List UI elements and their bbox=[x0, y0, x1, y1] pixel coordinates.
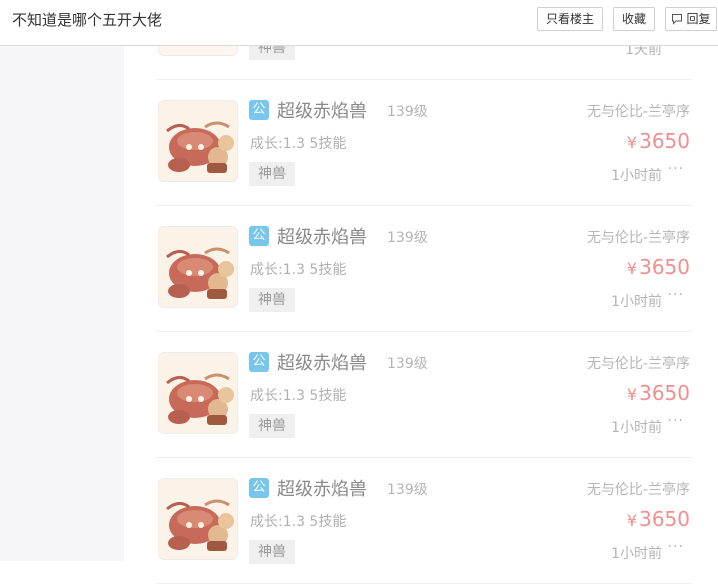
reply-label: 回复 bbox=[686, 12, 711, 26]
price: ¥3650 bbox=[627, 381, 690, 405]
list-item[interactable]: 公 超级赤焰兽 139级 成长:1.3 5技能 神兽 无与伦比-兰亭序 ¥365… bbox=[156, 80, 692, 206]
price: ¥3650 bbox=[627, 129, 690, 153]
pet-type-tag: 神兽 bbox=[249, 162, 295, 186]
public-badge: 公 bbox=[249, 100, 269, 120]
pet-type-tag: 神兽 bbox=[249, 540, 295, 564]
pet-growth-skills: 成长:1.3 5技能 bbox=[250, 388, 347, 404]
post-time: 1小时前 bbox=[611, 168, 662, 184]
pet-growth-skills: 成长:1.3 5技能 bbox=[250, 136, 347, 152]
pet-level: 139级 bbox=[387, 356, 428, 372]
more-icon[interactable]: ··· bbox=[668, 161, 684, 177]
price-value: 3650 bbox=[639, 129, 690, 153]
post-time: 1小时前 bbox=[611, 420, 662, 436]
pet-name[interactable]: 超级赤焰兽 bbox=[277, 349, 367, 375]
comment-icon bbox=[672, 14, 683, 25]
price-value: 3650 bbox=[639, 381, 690, 405]
pet-thumbnail bbox=[158, 478, 238, 560]
more-icon[interactable]: ··· bbox=[668, 287, 684, 303]
currency-symbol: ¥ bbox=[626, 133, 638, 152]
list-item[interactable]: 公 超级赤焰兽 139级 成长:1.3 5技能 神兽 无与伦比-兰亭序 ¥365… bbox=[156, 332, 692, 458]
post-title: 不知道是哪个五开大佬 bbox=[12, 11, 163, 29]
pet-level: 139级 bbox=[387, 230, 428, 246]
pet-type-tag: 神兽 bbox=[249, 288, 295, 312]
price-value: 3650 bbox=[639, 255, 690, 279]
list-item[interactable]: 公 超级赤焰兽 139级 成长:1.3 5技能 神兽 无与伦比-兰亭序 ¥365… bbox=[156, 206, 692, 332]
pet-thumbnail bbox=[158, 352, 238, 434]
price: ¥3650 bbox=[627, 255, 690, 279]
pet-level: 139级 bbox=[387, 104, 428, 120]
pet-thumbnail bbox=[158, 226, 238, 308]
post-time: 1小时前 bbox=[611, 294, 662, 310]
pet-name[interactable]: 超级赤焰兽 bbox=[277, 97, 367, 123]
reply-button[interactable]: 回复 bbox=[665, 7, 717, 31]
server-name: 无与伦比-兰亭序 bbox=[586, 104, 690, 120]
public-badge: 公 bbox=[249, 352, 269, 372]
pet-level: 139级 bbox=[387, 482, 428, 498]
server-name: 无与伦比-兰亭序 bbox=[586, 230, 690, 246]
pet-name[interactable]: 超级赤焰兽 bbox=[277, 223, 367, 249]
pet-growth-skills: 成长:1.3 5技能 bbox=[250, 262, 347, 278]
currency-symbol: ¥ bbox=[626, 259, 638, 278]
price: ¥3650 bbox=[627, 507, 690, 531]
only-op-button[interactable]: 只看楼主 bbox=[537, 7, 603, 31]
pet-type-tag: 神兽 bbox=[249, 414, 295, 438]
server-name: 无与伦比-兰亭序 bbox=[586, 482, 690, 498]
favorite-button[interactable]: 收藏 bbox=[613, 7, 655, 31]
more-icon[interactable]: ··· bbox=[668, 539, 684, 555]
post-header: 不知道是哪个五开大佬 只看楼主 收藏 回复 bbox=[0, 0, 718, 46]
crab-pet-icon bbox=[159, 101, 237, 181]
post-time: 1小时前 bbox=[611, 546, 662, 562]
public-badge: 公 bbox=[249, 226, 269, 246]
crab-pet-icon bbox=[159, 227, 237, 307]
crab-pet-icon bbox=[159, 479, 237, 559]
currency-symbol: ¥ bbox=[626, 385, 638, 404]
public-badge: 公 bbox=[249, 478, 269, 498]
price-value: 3650 bbox=[639, 507, 690, 531]
crab-pet-icon bbox=[159, 353, 237, 433]
more-icon[interactable]: ··· bbox=[668, 413, 684, 429]
pet-growth-skills: 成长:1.3 5技能 bbox=[250, 514, 347, 530]
left-sidebar bbox=[0, 46, 124, 561]
currency-symbol: ¥ bbox=[626, 511, 638, 530]
server-name: 无与伦比-兰亭序 bbox=[586, 356, 690, 372]
pet-thumbnail bbox=[158, 100, 238, 182]
list-item[interactable]: 公 超级赤焰兽 139级 成长:1.3 5技能 神兽 无与伦比-兰亭序 ¥365… bbox=[156, 458, 692, 584]
pet-name[interactable]: 超级赤焰兽 bbox=[277, 475, 367, 501]
